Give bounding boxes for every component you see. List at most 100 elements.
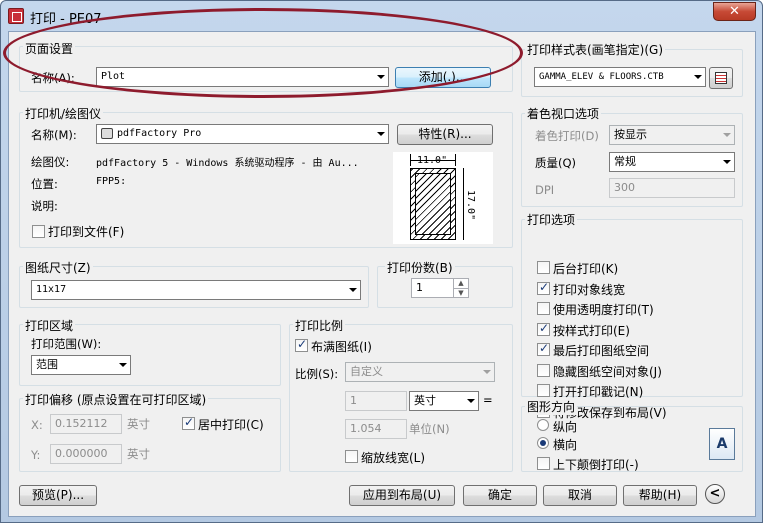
print-dialog: 打印 - PE07 ✕ 页面设置 名称(A): Plot 添加(.)... 打印… (0, 0, 763, 523)
plot-offset-label: 打印偏移 (原点设置在可打印区域) (23, 391, 209, 408)
scale-select[interactable]: 自定义 (345, 362, 495, 382)
scale-label: 比例(S): (295, 367, 339, 381)
plot-style-label: 打印样式表(画笔指定)(G) (525, 41, 666, 58)
shade-plot-value: 按显示 (614, 128, 647, 141)
portrait-radio[interactable] (537, 419, 549, 431)
preview-height: 17.0" (465, 190, 476, 221)
fit-to-paper-checkbox[interactable] (295, 337, 308, 352)
device-value: pdfFactory 5 - Windows 系统驱动程序 - 由 Au... (96, 158, 359, 169)
plot-to-file-label: 打印到文件(F) (48, 225, 125, 239)
plot-to-file-checkbox[interactable] (32, 225, 45, 238)
plotter-name-label: 名称(M): (31, 128, 77, 142)
offset-x-unit: 英寸 (127, 417, 150, 431)
scale-unit-select[interactable]: 英寸 (409, 391, 479, 411)
paper-size-select[interactable]: 11x17 (31, 280, 361, 300)
plot-range-value: 范围 (36, 358, 58, 371)
chevron-down-icon (467, 399, 475, 403)
paper-size-value: 11x17 (36, 284, 67, 295)
plotter-name-value: pdfFactory Pro (117, 128, 202, 139)
plot-range-select[interactable]: 范围 (31, 355, 131, 375)
copies-value: 1 (416, 281, 423, 294)
plot-option-checkbox[interactable] (537, 363, 550, 377)
close-button[interactable]: ✕ (713, 2, 756, 21)
chevron-down-icon (723, 160, 731, 164)
offset-y-input[interactable]: 0.000000 (50, 444, 122, 464)
plot-option-checkbox[interactable] (537, 280, 550, 295)
sheet-icon (410, 168, 456, 240)
cancel-button[interactable]: 取消 (543, 485, 617, 506)
offset-y-label: Y: (31, 448, 41, 462)
plot-options-label: 打印选项 (525, 211, 578, 228)
chevron-down-icon (377, 132, 385, 136)
properties-button[interactable]: 特性(R)... (397, 124, 493, 145)
center-plot-checkbox[interactable] (182, 415, 195, 430)
shade-plot-select[interactable]: 按显示 (609, 125, 735, 145)
collapse-options-button[interactable]: < (705, 484, 725, 504)
paper-size-label: 图纸尺寸(Z) (23, 259, 93, 276)
plot-option-checkbox[interactable] (537, 341, 550, 356)
landscape-radio[interactable] (537, 437, 549, 449)
location-value: FPP5: (96, 176, 127, 187)
scale-denominator-unit: 单位(N) (409, 422, 450, 436)
chevron-down-icon (349, 288, 357, 292)
chevron-down-icon (723, 133, 731, 137)
quality-value: 常规 (614, 155, 636, 168)
paper-preview: 11.0" 17.0" (393, 152, 493, 244)
copies-input[interactable]: 1 ▲ ▼ (411, 278, 469, 298)
shade-plot-label: 着色打印(D) (535, 129, 599, 143)
offset-x-label: X: (31, 418, 43, 432)
plotter-name-select[interactable]: pdfFactory Pro (96, 124, 389, 144)
description-label: 说明: (31, 199, 58, 213)
plot-option-label: 最后打印图纸空间 (553, 344, 650, 358)
fit-to-paper-label: 布满图纸(I) (311, 340, 372, 354)
location-label: 位置: (31, 177, 58, 191)
upside-down-label: 上下颠倒打印(-) (553, 458, 639, 472)
plot-option-checkbox[interactable] (537, 321, 550, 336)
chevron-down-icon (483, 370, 491, 374)
quality-select[interactable]: 常规 (609, 152, 735, 172)
plot-option-checkbox[interactable] (537, 261, 550, 274)
preview-button[interactable]: 预览(P)... (19, 485, 97, 506)
copies-label: 打印份数(B) (385, 259, 455, 276)
apply-to-layout-button[interactable]: 应用到布局(U) (349, 485, 455, 506)
spin-down-icon[interactable]: ▼ (453, 288, 468, 297)
equals-sign: = (483, 393, 493, 407)
dim-line-horizontal (410, 160, 456, 161)
center-plot-label: 居中打印(C) (198, 418, 264, 432)
dim-line-vertical (463, 168, 464, 240)
scale-lineweights-label: 缩放线宽(L) (361, 451, 426, 465)
printer-icon (101, 128, 113, 139)
plot-option-label: 按样式打印(E) (553, 323, 630, 338)
offset-x-input[interactable]: 0.152112 (50, 414, 122, 434)
orientation-label: 图形方向 (525, 398, 578, 415)
upside-down-checkbox[interactable] (537, 457, 550, 470)
shaded-viewport-label: 着色视口选项 (525, 105, 602, 122)
plot-option-label: 使用透明度打印(T) (553, 303, 654, 317)
plot-option-label: 打印对象线宽 (553, 282, 626, 297)
autocad-app-icon (8, 8, 24, 24)
chevron-down-icon (119, 363, 127, 367)
device-label: 绘图仪: (31, 155, 70, 169)
scale-unit-value: 英寸 (414, 394, 436, 407)
help-button[interactable]: 帮助(H) (623, 485, 697, 506)
landscape-label: 横向 (553, 438, 578, 452)
dpi-label: DPI (535, 183, 555, 197)
dialog-client: 页面设置 名称(A): Plot 添加(.)... 打印机/绘图仪 名称(M):… (8, 31, 756, 517)
edit-plot-style-button[interactable] (709, 67, 733, 89)
scale-lineweights-checkbox[interactable] (345, 450, 358, 463)
plot-style-editor-icon (715, 72, 727, 84)
plot-option-checkbox[interactable] (537, 302, 550, 315)
plot-style-select[interactable]: GAMMA_ELEV & FLOORS.CTB (534, 67, 706, 87)
plot-range-label: 打印范围(W): (31, 337, 102, 351)
orientation-preview-icon: A (709, 428, 735, 460)
chevron-down-icon (694, 75, 702, 79)
plot-option-checkbox[interactable] (537, 384, 550, 397)
ok-button[interactable]: 确定 (463, 485, 537, 506)
scale-denominator-input[interactable]: 1.054 (345, 419, 407, 439)
portrait-label: 纵向 (553, 420, 578, 434)
dpi-input[interactable]: 300 (609, 178, 735, 198)
plot-option-label: 隐藏图纸空间对象(J) (553, 364, 662, 379)
spin-up-icon[interactable]: ▲ (453, 279, 468, 288)
quality-label: 质量(Q) (535, 156, 577, 170)
scale-numerator-input[interactable]: 1 (345, 391, 407, 411)
